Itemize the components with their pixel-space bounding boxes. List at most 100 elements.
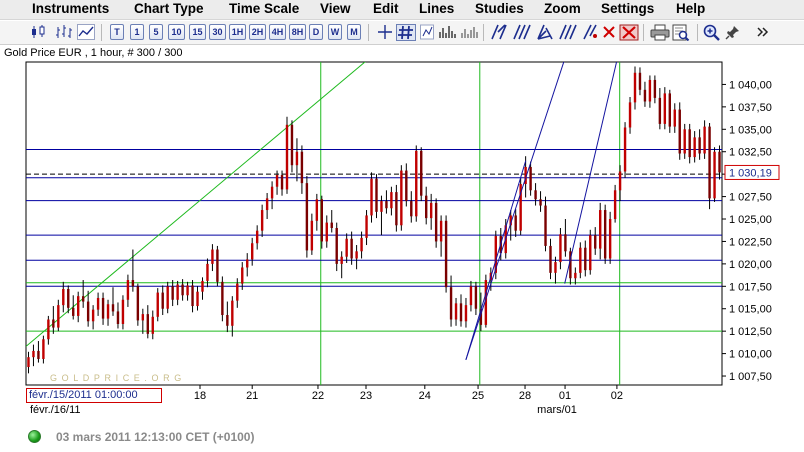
toolbar: T 1 5 10 15 30 1H 2H 4H 8H D W M bbox=[0, 21, 804, 45]
menu-view[interactable]: View bbox=[320, 1, 351, 16]
candle-body bbox=[608, 219, 612, 259]
timeframe-10m-button[interactable]: 10 bbox=[168, 24, 185, 40]
candle-body bbox=[32, 350, 35, 358]
bar-chart-icon[interactable] bbox=[55, 24, 73, 40]
timeframe-8h-button[interactable]: 8H bbox=[289, 24, 306, 40]
candle-body bbox=[106, 304, 110, 319]
candle-body bbox=[320, 199, 323, 242]
candle-body bbox=[594, 235, 597, 249]
candle-body bbox=[355, 251, 358, 259]
candle-body bbox=[221, 281, 224, 316]
candle-body bbox=[151, 316, 154, 334]
parallel-lines-tool-icon[interactable] bbox=[559, 24, 577, 40]
candle-body bbox=[474, 286, 478, 309]
menu-studies[interactable]: Studies bbox=[475, 1, 524, 16]
timeframe-30m-button[interactable]: 30 bbox=[209, 24, 226, 40]
timeframe-1h-button[interactable]: 1H bbox=[229, 24, 246, 40]
candle-body bbox=[400, 170, 403, 226]
menu-zoom[interactable]: Zoom bbox=[544, 1, 581, 16]
x-tick-label: 24 bbox=[419, 390, 431, 402]
histogram-icon[interactable] bbox=[460, 24, 478, 40]
candle-body bbox=[539, 199, 542, 206]
timeframe-tick-button[interactable]: T bbox=[110, 24, 124, 40]
delete-line-icon[interactable] bbox=[602, 24, 616, 40]
timeframe-week-button[interactable]: W bbox=[328, 24, 342, 40]
x-tick-label: 22 bbox=[312, 390, 324, 402]
x-tick-label: 02 bbox=[611, 390, 623, 402]
price-line-icon[interactable] bbox=[420, 24, 434, 40]
plot-frame bbox=[25, 61, 723, 386]
x-tick-label: 01 bbox=[559, 390, 571, 402]
candle-body bbox=[559, 234, 562, 263]
channel-tool-icon[interactable] bbox=[513, 24, 531, 40]
fan-lines-tool-icon[interactable] bbox=[536, 24, 554, 40]
timeframe-15m-button[interactable]: 15 bbox=[189, 24, 206, 40]
timeframe-month-button[interactable]: M bbox=[347, 24, 361, 40]
menu-lines[interactable]: Lines bbox=[419, 1, 454, 16]
candle-body bbox=[434, 202, 438, 242]
candle-body bbox=[27, 357, 30, 368]
candlestick-chart-icon[interactable] bbox=[30, 24, 48, 40]
candle-body bbox=[370, 178, 373, 216]
candle-body bbox=[643, 89, 647, 102]
candle-body bbox=[410, 201, 413, 217]
candle-body bbox=[454, 303, 458, 320]
candle-body bbox=[186, 285, 189, 296]
candle-body bbox=[335, 227, 338, 264]
menu-chart-type[interactable]: Chart Type bbox=[134, 1, 204, 16]
x-date-label: févr./16/11 bbox=[30, 404, 81, 416]
x-tick-label: 21 bbox=[246, 390, 258, 402]
y-tick-label: 1 012,50 bbox=[729, 326, 772, 338]
candle-body bbox=[265, 198, 269, 211]
delete-all-lines-icon[interactable] bbox=[619, 24, 639, 41]
menu-time-scale[interactable]: Time Scale bbox=[229, 1, 299, 16]
candle-body bbox=[52, 319, 55, 328]
menu-help[interactable]: Help bbox=[676, 1, 705, 16]
grid-icon[interactable] bbox=[396, 24, 416, 41]
candle-body bbox=[206, 263, 209, 281]
timeframe-day-button[interactable]: D bbox=[309, 24, 323, 40]
menu-instruments[interactable]: Instruments bbox=[32, 1, 109, 16]
candle-body bbox=[673, 109, 676, 127]
candle-body bbox=[365, 215, 368, 238]
y-tick-label: 1 007,50 bbox=[729, 371, 772, 383]
trend-line-tool-icon[interactable] bbox=[490, 24, 508, 40]
zoom-in-icon[interactable] bbox=[703, 24, 721, 41]
candle-body bbox=[439, 220, 443, 242]
candle-body bbox=[653, 79, 657, 98]
candle-body bbox=[141, 314, 145, 321]
candle-body bbox=[420, 150, 423, 196]
candlestick-chart[interactable]: GOLDPRICE.ORG 1 007,50 1 010,00 1 012,50 1 0… bbox=[0, 60, 804, 420]
draw-line-tool-icon[interactable] bbox=[582, 24, 598, 40]
pin-icon[interactable] bbox=[725, 24, 741, 40]
candle-body bbox=[668, 93, 671, 127]
crosshair-icon[interactable] bbox=[377, 24, 393, 40]
candle-body bbox=[425, 195, 428, 219]
menu-edit[interactable]: Edit bbox=[373, 1, 399, 16]
y-tick-label: 1 010,00 bbox=[729, 349, 772, 361]
candle-body bbox=[161, 292, 164, 309]
print-preview-icon[interactable] bbox=[672, 24, 690, 41]
candle-body bbox=[390, 192, 393, 209]
timeframe-5m-button[interactable]: 5 bbox=[149, 24, 163, 40]
toolbar-overflow-icon[interactable] bbox=[756, 24, 770, 40]
candle-body bbox=[315, 199, 319, 221]
timeframe-1m-button[interactable]: 1 bbox=[130, 24, 144, 40]
candle-body bbox=[226, 315, 229, 326]
y-tick-label: 1 027,50 bbox=[729, 192, 772, 204]
timeframe-2h-button[interactable]: 2H bbox=[249, 24, 266, 40]
candle-body bbox=[579, 247, 582, 273]
candle-body bbox=[429, 202, 433, 219]
print-icon[interactable] bbox=[650, 24, 670, 41]
volume-bars-icon[interactable] bbox=[438, 24, 456, 40]
watermark-text: GOLDPRICE.ORG bbox=[50, 373, 186, 383]
menu-settings[interactable]: Settings bbox=[601, 1, 654, 16]
candle-body bbox=[300, 151, 304, 184]
chart-header: Gold Price EUR , 1 hour, # 300 / 300 bbox=[4, 47, 183, 59]
candle-body bbox=[464, 305, 468, 322]
candle-body bbox=[514, 215, 517, 231]
line-chart-icon[interactable] bbox=[77, 24, 95, 40]
candle-body bbox=[648, 79, 652, 102]
candle-body bbox=[325, 222, 328, 242]
timeframe-4h-button[interactable]: 4H bbox=[269, 24, 286, 40]
